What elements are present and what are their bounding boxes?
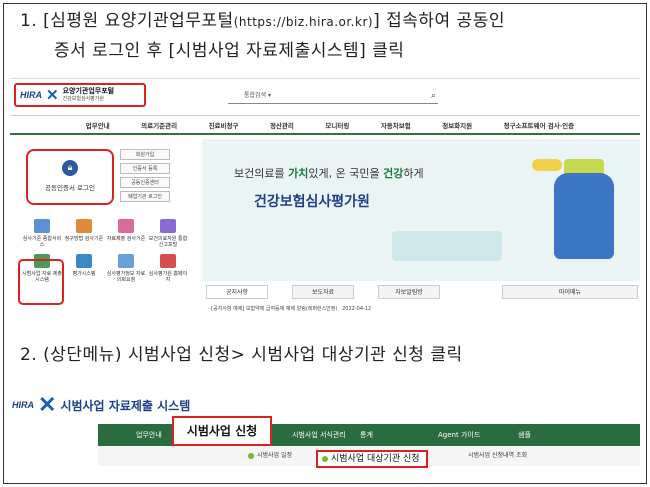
login-label: 공동인증서 로그인	[45, 184, 95, 192]
signup-button[interactable]: 회원가입	[120, 149, 170, 160]
system-title: 시범사업 자료제출 시스템	[60, 398, 191, 413]
subnav-history[interactable]: 시범사업 신청내역 조회	[468, 450, 527, 459]
service-shortcut[interactable]: 보건의료자원 통합신고포털	[148, 219, 188, 248]
nav-item[interactable]: 진료비청구	[209, 116, 239, 133]
evaluation-icon	[76, 254, 92, 268]
hira-x-icon: ✕	[46, 87, 59, 104]
portal-nav: 업무안내 의료기준관리 진료비청구 정산관리 모니터링 자동차보험 정보화지원 …	[10, 115, 640, 135]
home-icon	[160, 254, 176, 268]
step2-instruction: 2. (상단메뉴) 시범사업 신청> 시범사업 대상기관 신청 클릭	[20, 345, 463, 365]
service-shortcut[interactable]: 청구방법 검사기준	[64, 219, 104, 248]
tab-press[interactable]: 보도자료	[292, 285, 354, 299]
banner-org-name: 건강보험심사평가원	[254, 194, 370, 210]
cert-center-button[interactable]: 공동인증센터	[120, 177, 170, 188]
nav-forms[interactable]: 시범사업 서식관리	[292, 424, 346, 446]
nav-item[interactable]: 의료기준관리	[141, 116, 177, 133]
data-submit-icon	[118, 219, 134, 233]
nav-agent-guide[interactable]: Agent 가이드	[438, 424, 480, 446]
pill-illustration	[532, 159, 562, 171]
register-cert-button[interactable]: 인증서 등록	[120, 163, 170, 174]
subnav-target-application[interactable]: 시범사업 대상기관 신청	[316, 450, 428, 468]
banner-slogan: 보건의료를 가치있게, 온 국민을 건강하게	[234, 167, 424, 180]
nav-item[interactable]: 정산관리	[270, 116, 294, 133]
nav-stats[interactable]: 통계	[360, 424, 373, 446]
hira-x-icon: ✕	[38, 392, 57, 417]
closed-institution-login-button[interactable]: 폐업기관 로그인	[120, 191, 170, 202]
hira-wordmark: HIRA	[12, 400, 34, 410]
system-logo[interactable]: HIRA ✕ 시범사업 자료제출 시스템	[12, 392, 190, 418]
service-shortcut[interactable]: 심사기준 종합서비스	[22, 219, 62, 248]
nav-item[interactable]: 모니터링	[325, 116, 349, 133]
hospital-bed-illustration	[392, 231, 502, 261]
service-shortcut[interactable]: 심사평가정보 자료의뢰요청	[106, 254, 146, 283]
claim-icon	[76, 219, 92, 233]
step1-line1: 1. [심평원 요양기관업무포털(https://biz.hira.or.kr)…	[20, 11, 505, 31]
service-shortcut[interactable]: 자료제출 검사기준	[106, 219, 146, 248]
nav-pilot-application[interactable]: 시범사업 신청	[172, 416, 272, 446]
tab-auto-notice[interactable]: 자보알림방	[378, 285, 440, 299]
bullet-icon	[248, 452, 254, 459]
lock-icon: 🔒︎	[62, 160, 78, 176]
account-buttons: 회원가입 인증서 등록 공동인증센터 폐업기관 로그인	[120, 149, 170, 205]
nav-item[interactable]: 청구소프트웨어 검사·인증	[504, 116, 575, 133]
portal-screenshot: HIRA ✕ 요양기관업무포털 건강보험심사평가원 통합검색 ▾ ⌕ 업무안내 …	[10, 78, 640, 326]
step1-line2: 증서 로그인 후 [시범사업 자료제출시스템] 클릭	[54, 41, 405, 61]
nav-guide[interactable]: 업무안내	[136, 424, 162, 446]
certificate-login-button[interactable]: 🔒︎ 공동인증서 로그인	[26, 149, 114, 205]
tab-notices[interactable]: 공지사항	[206, 285, 268, 299]
search-placeholder: 통합검색 ▾	[244, 92, 271, 99]
portal-url: (https://biz.hira.or.kr)	[233, 15, 374, 29]
resource-icon	[160, 219, 176, 233]
highlight-pilot-system	[18, 259, 64, 305]
subnav-schedule[interactable]: 시범사업 일정	[248, 450, 292, 459]
hira-wordmark: HIRA	[20, 90, 42, 100]
search-input[interactable]: 통합검색 ▾ ⌕	[228, 88, 438, 104]
medicine-bottle-illustration	[554, 173, 614, 259]
logo-title: 요양기관업무포털	[62, 87, 115, 95]
search-icon[interactable]: ⌕	[431, 88, 436, 104]
nav-item[interactable]: 업무안내	[86, 116, 110, 133]
bullet-icon	[322, 455, 328, 462]
nav-item[interactable]: 정보화지원	[442, 116, 472, 133]
service-shortcut[interactable]: 심사평가원 홈페이지	[148, 254, 188, 283]
tab-my-menu[interactable]: 마이메뉴	[502, 285, 638, 299]
logo-subtitle: 건강보험심사평가원	[62, 96, 104, 102]
service-shortcut[interactable]: 평가시스템	[64, 254, 104, 283]
hero-banner: 보건의료를 가치있게, 온 국민을 건강하게 건강보험심사평가원	[202, 139, 640, 281]
notice-tabs: 공지사항 보도자료 자보알림방 마이메뉴 · [공지사항 예제] 보험약제 급여…	[202, 285, 640, 325]
request-icon	[118, 254, 134, 268]
portal-logo[interactable]: HIRA ✕ 요양기관업무포털 건강보험심사평가원	[14, 83, 146, 107]
nav-item[interactable]: 자동차보험	[381, 116, 411, 133]
news-date: 2022-04-12	[342, 306, 372, 312]
review-icon	[34, 219, 50, 233]
news-item[interactable]: · [공지사항 예제] 보험약제 급여등재 예제 알림(레퍼런스안정) 2022…	[208, 305, 371, 312]
system-screenshot: HIRA ✕ 시범사업 자료제출 시스템 업무안내 시범사업 서식관리 통계 A…	[10, 380, 640, 480]
nav-sample[interactable]: 샘플	[518, 424, 531, 446]
